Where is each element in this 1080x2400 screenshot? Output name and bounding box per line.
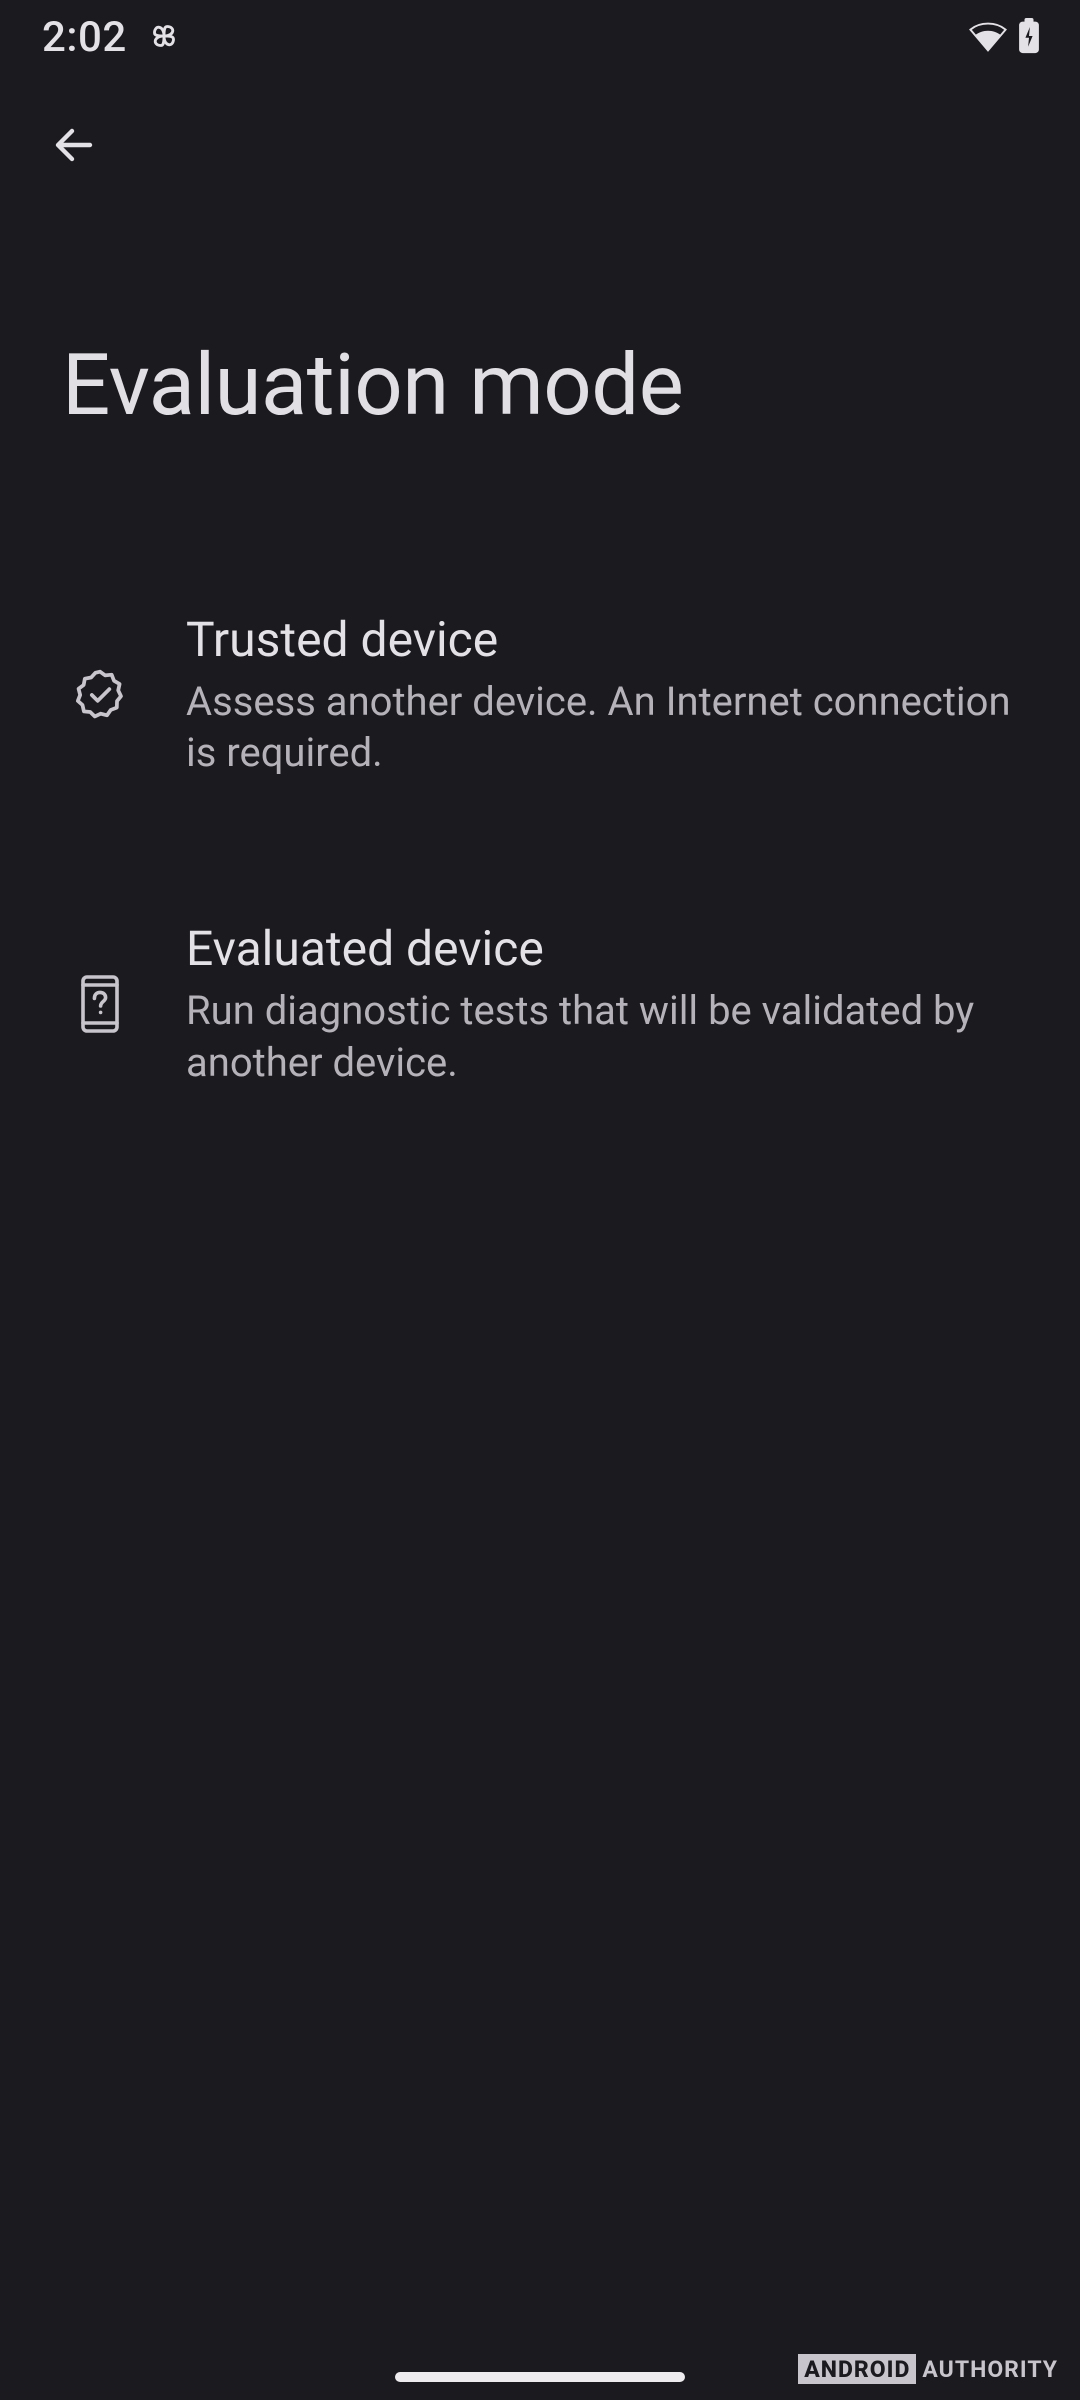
device-unknown-icon: [70, 974, 130, 1034]
verified-badge-icon: [70, 665, 130, 725]
option-text: Evaluated device Run diagnostic tests th…: [186, 920, 1020, 1087]
options-list: Trusted device Assess another device. An…: [0, 475, 1080, 1114]
status-bar: 2:02: [0, 0, 1080, 75]
option-trusted-device[interactable]: Trusted device Assess another device. An…: [0, 585, 1080, 804]
app-bar: [0, 75, 1080, 215]
wifi-icon: [968, 20, 1008, 56]
pinwheel-icon: [145, 17, 183, 59]
arrow-left-icon: [50, 121, 98, 169]
navigation-handle[interactable]: [395, 2372, 685, 2382]
watermark: ANDROID AUTHORITY: [798, 2354, 1058, 2384]
back-button[interactable]: [34, 105, 114, 185]
battery-charging-icon: [1018, 18, 1040, 58]
status-left: 2:02: [42, 13, 183, 62]
status-time: 2:02: [42, 13, 127, 62]
page-title: Evaluation mode: [0, 215, 1080, 475]
status-right: [968, 18, 1040, 58]
option-description: Assess another device. An Internet conne…: [186, 676, 1020, 778]
watermark-brand-a: ANDROID: [798, 2354, 916, 2384]
option-title: Evaluated device: [186, 920, 1020, 977]
option-description: Run diagnostic tests that will be valida…: [186, 985, 1020, 1087]
watermark-brand-b: AUTHORITY: [922, 2356, 1058, 2383]
option-text: Trusted device Assess another device. An…: [186, 611, 1020, 778]
option-evaluated-device[interactable]: Evaluated device Run diagnostic tests th…: [0, 894, 1080, 1113]
option-title: Trusted device: [186, 611, 1020, 668]
